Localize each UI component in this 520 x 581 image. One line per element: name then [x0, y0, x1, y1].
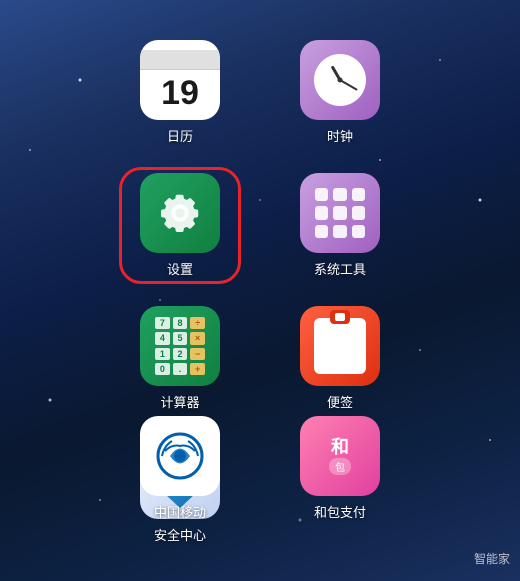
app-item-calculator[interactable]: 7 8 ÷ 4 5 × 1 2 − 0 . + 计算器: [125, 306, 235, 411]
calculator-icon: 7 8 ÷ 4 5 × 1 2 − 0 . +: [140, 306, 220, 386]
calendar-date: 19: [161, 72, 199, 110]
hepay-icon: 和 包: [300, 416, 380, 496]
app-item-hepay[interactable]: 和 包 和包支付: [285, 416, 395, 521]
system-tools-label: 系统工具: [314, 259, 366, 278]
app-item-settings[interactable]: 设置: [125, 173, 235, 278]
clock-icon: [300, 40, 380, 120]
calendar-label: 日历: [167, 126, 193, 145]
hepay-label: 和包支付: [314, 502, 366, 521]
chinamobile-icon: [140, 416, 220, 496]
clock-label: 时钟: [327, 126, 353, 145]
memo-icon: [300, 306, 380, 386]
app-item-memo[interactable]: 便签: [285, 306, 395, 411]
calendar-icon: 19: [140, 40, 220, 120]
app-item-system[interactable]: 系统工具: [285, 173, 395, 278]
watermark: 智能家: [474, 550, 510, 567]
phone-background: 19 日历 时钟: [0, 0, 520, 581]
system-tools-icon: [300, 173, 380, 253]
app-item-calendar[interactable]: 19 日历: [125, 40, 235, 145]
settings-icon: [140, 173, 220, 253]
app-item-clock[interactable]: 时钟: [285, 40, 395, 145]
chinamobile-label: 中国移动: [154, 502, 206, 521]
app-item-chinamobile[interactable]: 中国移动: [125, 416, 235, 521]
